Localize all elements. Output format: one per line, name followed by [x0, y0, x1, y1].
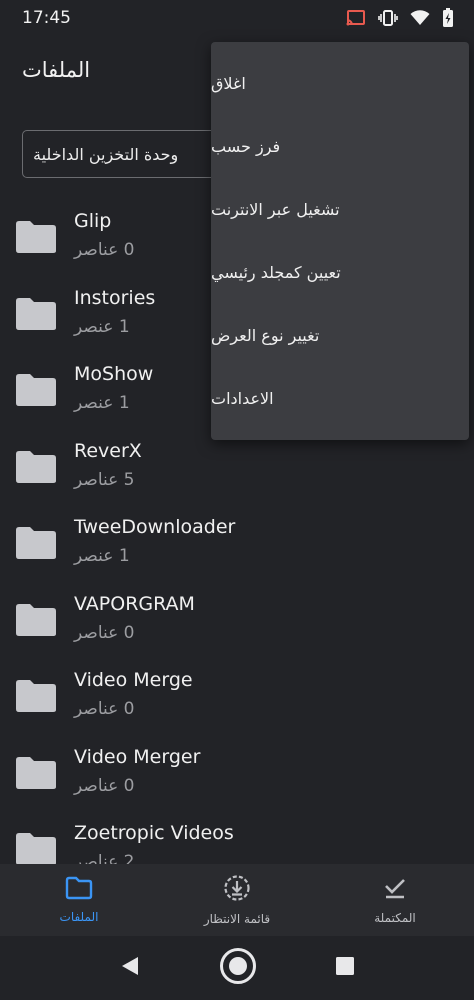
- wifi-icon: [410, 10, 430, 26]
- folder-icon: [14, 526, 58, 564]
- file-name: Instories: [74, 286, 156, 309]
- home-icon[interactable]: [219, 947, 257, 989]
- menu-item[interactable]: تعيين كمجلد رئيسي: [211, 241, 469, 304]
- nav-label-files: الملفات: [59, 910, 99, 924]
- overflow-menu: اغلاق فرز حسب تشغيل عبر الانترنت تعيين كمجل…: [211, 42, 469, 440]
- folder-icon: [14, 297, 58, 335]
- battery-charging-icon: [442, 8, 454, 28]
- list-item[interactable]: TweeDownloader 1 عنصر: [0, 502, 474, 579]
- list-item[interactable]: Video Merge 0 عناصر: [0, 655, 474, 732]
- page-title: الملفات: [22, 58, 91, 82]
- cast-icon: [346, 10, 366, 26]
- check-icon: [382, 875, 408, 905]
- menu-item[interactable]: تشغيل عبر الانترنت: [211, 178, 469, 241]
- file-item-count: 5 عناصر: [74, 469, 135, 490]
- menu-item[interactable]: اغلاق: [211, 52, 469, 115]
- file-item-count: 0 عناصر: [74, 240, 135, 260]
- nav-item-queue[interactable]: قائمة الانتظار: [158, 864, 316, 936]
- folder-icon: [14, 832, 58, 864]
- file-item-count: 1 عنصر: [74, 393, 130, 413]
- list-item[interactable]: VAPORGRAM 0 عناصر: [0, 579, 474, 656]
- file-name: TweeDownloader: [74, 516, 236, 538]
- nav-label-completed: المكتملة: [374, 911, 416, 925]
- menu-item[interactable]: الاعدادات: [211, 367, 469, 430]
- back-icon[interactable]: [119, 955, 141, 981]
- menu-item[interactable]: تغيير نوع العرض: [211, 304, 469, 367]
- nav-item-files[interactable]: الملفات: [0, 864, 158, 936]
- storage-selector-value: وحدة التخزين الداخلية: [33, 144, 179, 164]
- folder-icon: [65, 876, 93, 904]
- file-item-count: 1 عنصر: [74, 316, 130, 337]
- file-name: MoShow: [74, 363, 154, 385]
- folder-icon: [14, 756, 58, 794]
- file-item-count: 0 عناصر: [74, 699, 135, 719]
- nav-label-queue: قائمة الانتظار: [203, 912, 271, 926]
- system-nav: [0, 936, 474, 1000]
- file-name: Video Merge: [74, 669, 193, 691]
- file-name: Glip: [74, 210, 112, 232]
- file-item-count: 0 عناصر: [74, 775, 135, 796]
- folder-icon: [14, 220, 58, 258]
- list-item[interactable]: Video Merger 0 عناصر: [0, 732, 474, 809]
- folder-icon: [14, 450, 58, 488]
- file-item-count: 2 عناصر: [74, 852, 135, 864]
- folder-icon: [14, 603, 58, 641]
- download-icon: [223, 874, 251, 906]
- file-item-count: 1 عنصر: [74, 546, 130, 566]
- file-name: ReverX: [74, 439, 142, 462]
- recents-icon[interactable]: [335, 956, 355, 980]
- status-time: 17:45: [22, 8, 71, 28]
- status-bar: 17:45: [0, 0, 474, 36]
- bottom-nav: الملفات قائمة الانتظار المكتملة: [0, 864, 474, 936]
- nav-item-completed[interactable]: المكتملة: [316, 864, 474, 936]
- vibrate-icon: [378, 10, 398, 26]
- list-item[interactable]: Zoetropic Videos 2 عناصر: [0, 808, 474, 864]
- status-icons: [346, 8, 454, 28]
- file-name: VAPORGRAM: [74, 592, 195, 615]
- folder-icon: [14, 679, 58, 717]
- menu-item[interactable]: فرز حسب: [211, 115, 469, 178]
- file-name: Zoetropic Videos: [74, 822, 234, 844]
- file-name: Video Merger: [74, 745, 201, 768]
- folder-icon: [14, 373, 58, 411]
- file-item-count: 0 عناصر: [74, 622, 135, 643]
